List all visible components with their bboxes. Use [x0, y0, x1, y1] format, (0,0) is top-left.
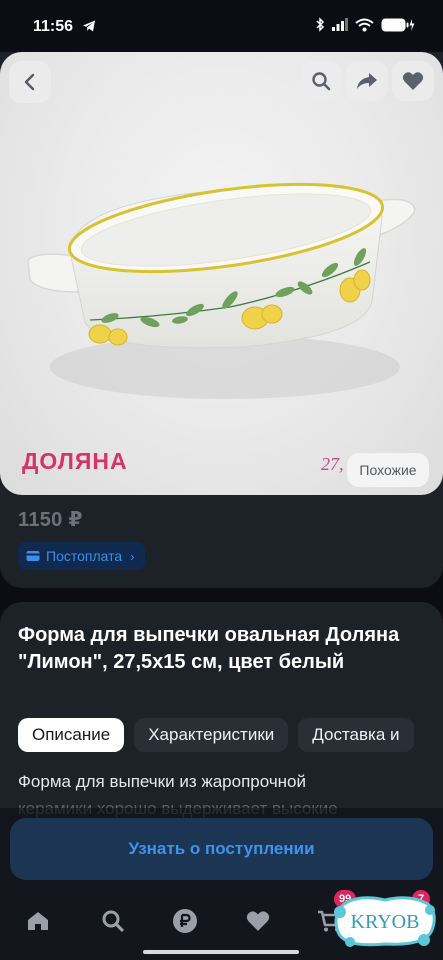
price: 1150 ₽	[18, 509, 83, 531]
share-button[interactable]	[346, 61, 388, 101]
search-icon	[102, 910, 124, 932]
battery-icon	[381, 18, 415, 31]
chevron-left-icon	[24, 73, 35, 91]
similar-button[interactable]: Похожие	[347, 453, 429, 487]
search-button[interactable]	[301, 61, 341, 101]
notify-button[interactable]: Узнать о поступлении	[10, 818, 433, 880]
wifi-icon	[355, 18, 374, 31]
tab-specifications[interactable]: Характеристики	[134, 718, 289, 752]
postpay-label: Постоплата	[46, 548, 123, 564]
product-image[interactable]: ДОЛЯНА 27, Похожие	[0, 52, 443, 495]
baking-dish-image	[27, 182, 416, 399]
product-title: Форма для выпечки овальная Доляна "Лимон…	[18, 624, 400, 673]
signal-icon	[332, 18, 348, 31]
watermark-logo: KRYOB	[334, 896, 436, 947]
nav-home[interactable]	[18, 901, 58, 941]
nav-search[interactable]	[93, 901, 133, 941]
brand-logo: ДОЛЯНА	[22, 448, 128, 474]
search-icon	[312, 72, 331, 91]
bluetooth-icon	[316, 17, 325, 32]
tab-bar: Описание Характеристики Доставка и	[18, 718, 414, 752]
favorite-button[interactable]	[392, 61, 434, 101]
watermark-text: KRYOB	[351, 911, 420, 933]
tab-delivery[interactable]: Доставка и	[298, 718, 414, 752]
card-icon	[26, 551, 40, 561]
heart-icon	[402, 72, 424, 90]
postpay-chip[interactable]: Постоплата ›	[18, 542, 145, 570]
tab-description[interactable]: Описание	[18, 718, 125, 752]
description-line-1: Форма для выпечки из жаропрочной	[18, 772, 307, 791]
heart-icon	[246, 911, 270, 931]
home-indicator	[143, 950, 299, 954]
home-icon	[28, 912, 48, 930]
status-time: 11:56	[33, 18, 74, 35]
size-overlay-text: 27,	[321, 454, 344, 474]
status-bar: 11:56	[0, 0, 443, 52]
telegram-icon	[83, 20, 95, 32]
nav-payments[interactable]	[165, 901, 205, 941]
nav-favorites[interactable]	[238, 901, 278, 941]
ruble-icon	[173, 909, 197, 933]
chevron-right-icon: ›	[130, 548, 135, 564]
share-arrow-icon	[357, 73, 377, 89]
product-card: ДОЛЯНА 27, Похожие 1150 ₽ Постоплата ›	[0, 52, 443, 588]
back-button[interactable]	[9, 61, 51, 103]
status-icons	[316, 17, 415, 32]
